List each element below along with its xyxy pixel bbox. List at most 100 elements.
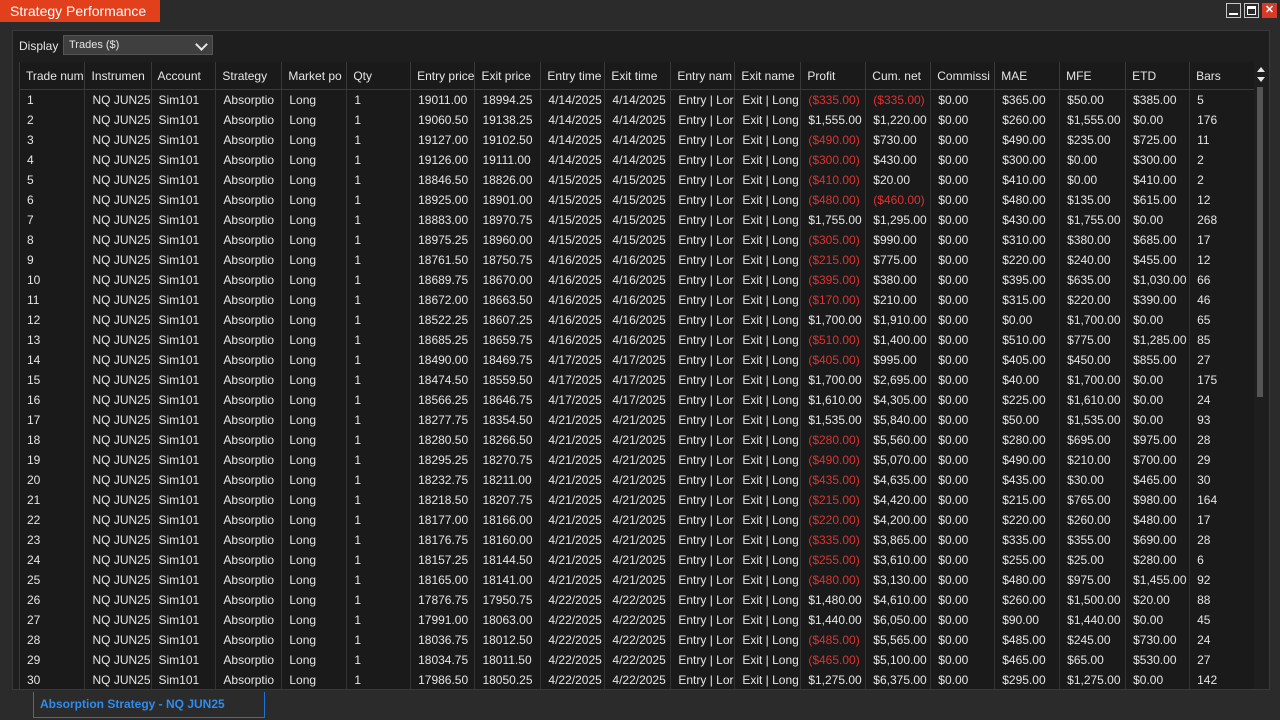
column-header[interactable]: Entry nam [670,62,736,90]
table-row[interactable]: 22 NQ JUN25 Sim101 Absorptio Long 1 18177.00 18… [20,510,1255,530]
scroll-down-icon[interactable] [1257,77,1265,82]
column-header[interactable]: Profit [800,62,867,90]
table-row[interactable]: 26 NQ JUN25 Sim101 Absorptio Long 1 17876.75 17… [20,590,1255,610]
table-row[interactable]: 5 NQ JUN25 Sim101 Absorptio Long 1 18846.50 188… [20,170,1255,190]
scroll-up-icon[interactable] [1257,67,1265,72]
column-header[interactable]: Exit price [474,62,542,90]
table-row[interactable]: 30 NQ JUN25 Sim101 Absorptio Long 1 17986.50 18… [20,670,1255,689]
table-row[interactable]: 27 NQ JUN25 Sim101 Absorptio Long 1 17991.00 18… [20,610,1255,630]
table-cell: 18925.00 [410,190,476,210]
table-cell: $380.00 [865,270,932,290]
table-cell: Absorptio [215,170,283,190]
table-cell: $215.00 [994,490,1061,510]
table-cell: NQ JUN25 [84,210,152,230]
vertical-scrollbar[interactable] [1254,62,1268,689]
strategy-tab[interactable]: Absorption Strategy - NQ JUN25 [33,692,265,718]
table-row[interactable]: 3 NQ JUN25 Sim101 Absorptio Long 1 19127.00 191… [20,130,1255,150]
column-header[interactable]: ETD [1125,62,1191,90]
table-cell: Absorptio [215,230,283,250]
table-cell: 18177.00 [410,510,476,530]
table-cell: 4/16/2025 [540,310,606,330]
column-header[interactable]: Strategy [215,62,283,90]
table-cell: $295.00 [994,670,1061,689]
table-cell: Exit | Long [734,130,802,150]
table-cell: $135.00 [1059,190,1127,210]
column-header[interactable]: Account [151,62,217,90]
table-cell: $280.00 [994,430,1061,450]
table-cell: $300.00 [994,150,1061,170]
minimize-icon[interactable] [1226,3,1241,18]
table-cell: $25.00 [1059,550,1127,570]
column-header[interactable]: Qty [346,62,412,90]
table-cell: Exit | Long [734,610,802,630]
table-row[interactable]: 12 NQ JUN25 Sim101 Absorptio Long 1 18522.25 18… [20,310,1255,330]
table-cell: Exit | Long [734,170,802,190]
table-cell: $365.00 [994,89,1061,110]
column-header[interactable]: Entry price [410,62,476,90]
table-cell: NQ JUN25 [84,110,152,130]
table-row[interactable]: 15 NQ JUN25 Sim101 Absorptio Long 1 18474.50 18… [20,370,1255,390]
table-row[interactable]: 7 NQ JUN25 Sim101 Absorptio Long 1 18883.00 189… [20,210,1255,230]
column-header[interactable]: Entry time [540,62,606,90]
column-header[interactable]: Exit name [734,62,802,90]
table-row[interactable]: 21 NQ JUN25 Sim101 Absorptio Long 1 18218.50 18… [20,490,1255,510]
table-row[interactable]: 23 NQ JUN25 Sim101 Absorptio Long 1 18176.75 18… [20,530,1255,550]
table-cell: Absorptio [215,610,283,630]
column-header[interactable]: MFE [1059,62,1127,90]
table-cell: $1,755.00 [800,210,867,230]
table-cell: $1,610.00 [1059,390,1127,410]
table-row[interactable]: 14 NQ JUN25 Sim101 Absorptio Long 1 18490.00 18… [20,350,1255,370]
display-select[interactable]: Trades ($) [63,35,213,55]
table-row[interactable]: 20 NQ JUN25 Sim101 Absorptio Long 1 18232.75 18… [20,470,1255,490]
table-row[interactable]: 1 NQ JUN25 Sim101 Absorptio Long 1 19011.00 189… [20,89,1255,110]
table-cell: ($215.00) [800,490,867,510]
table-cell: 1 [346,170,412,190]
table-cell: 18050.25 [474,670,542,689]
table-cell: 29 [20,650,86,670]
table-cell: 1 [346,350,412,370]
table-cell: Absorptio [215,510,283,530]
table-row[interactable]: 28 NQ JUN25 Sim101 Absorptio Long 1 18036.75 18… [20,630,1255,650]
table-row[interactable]: 11 NQ JUN25 Sim101 Absorptio Long 1 18672.00 18… [20,290,1255,310]
table-row[interactable]: 4 NQ JUN25 Sim101 Absorptio Long 1 19126.00 191… [20,150,1255,170]
table-cell: $3,130.00 [865,570,932,590]
column-header[interactable]: Market po [281,62,348,90]
table-cell: $260.00 [1059,510,1127,530]
table-cell: 12 [20,310,86,330]
table-row[interactable]: 2 NQ JUN25 Sim101 Absorptio Long 1 19060.50 191… [20,110,1255,130]
table-cell: 4/22/2025 [540,650,606,670]
table-cell: 4/21/2025 [540,530,606,550]
table-row[interactable]: 24 NQ JUN25 Sim101 Absorptio Long 1 18157.25 18… [20,550,1255,570]
table-cell: $310.00 [994,230,1061,250]
table-row[interactable]: 16 NQ JUN25 Sim101 Absorptio Long 1 18566.25 18… [20,390,1255,410]
table-row[interactable]: 17 NQ JUN25 Sim101 Absorptio Long 1 18277.75 18… [20,410,1255,430]
table-row[interactable]: 10 NQ JUN25 Sim101 Absorptio Long 1 18689.75 18… [20,270,1255,290]
column-header[interactable]: Commissi [930,62,996,90]
column-header[interactable]: Trade num [20,62,86,90]
table-row[interactable]: 25 NQ JUN25 Sim101 Absorptio Long 1 18165.00 18… [20,570,1255,590]
table-cell: Entry | Lor [670,310,736,330]
maximize-icon[interactable] [1244,3,1259,18]
table-row[interactable]: 6 NQ JUN25 Sim101 Absorptio Long 1 18925.00 189… [20,190,1255,210]
table-row[interactable]: 9 NQ JUN25 Sim101 Absorptio Long 1 18761.50 187… [20,250,1255,270]
column-header[interactable]: Instrumen [84,62,152,90]
table-cell: Entry | Lor [670,670,736,689]
table-cell: ($335.00) [865,89,932,110]
table-row[interactable]: 18 NQ JUN25 Sim101 Absorptio Long 1 18280.50 18… [20,430,1255,450]
table-cell: $260.00 [994,590,1061,610]
column-header[interactable]: MAE [994,62,1061,90]
table-row[interactable]: 19 NQ JUN25 Sim101 Absorptio Long 1 18295.25 18… [20,450,1255,470]
table-cell: 18232.75 [410,470,476,490]
column-header[interactable]: Exit time [604,62,672,90]
close-icon[interactable]: ✕ [1262,3,1277,18]
table-cell: $210.00 [1059,450,1127,470]
table-cell: Exit | Long [734,330,802,350]
table-cell: $0.00 [930,670,996,689]
table-cell: 1 [346,510,412,530]
table-row[interactable]: 29 NQ JUN25 Sim101 Absorptio Long 1 18034.75 18… [20,650,1255,670]
table-row[interactable]: 8 NQ JUN25 Sim101 Absorptio Long 1 18975.25 189… [20,230,1255,250]
table-row[interactable]: 13 NQ JUN25 Sim101 Absorptio Long 1 18685.25 18… [20,330,1255,350]
scroll-thumb[interactable] [1257,87,1263,397]
column-header[interactable]: Bars [1189,62,1255,90]
column-header[interactable]: Cum. net [865,62,932,90]
